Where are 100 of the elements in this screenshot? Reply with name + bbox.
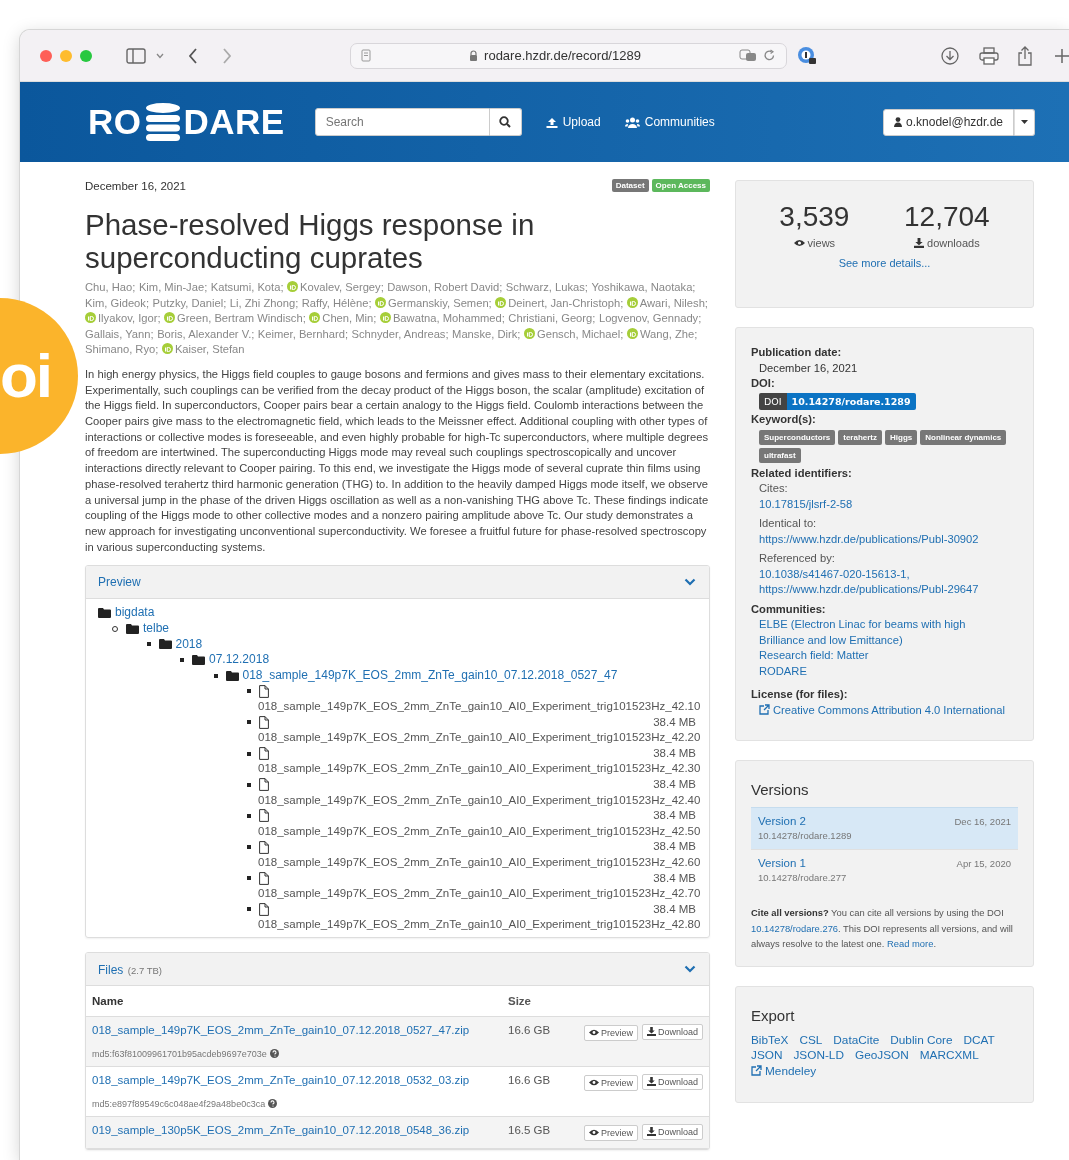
author-name: Schwarz, Lukas; <box>505 281 588 293</box>
downloads-count: 12,704 <box>904 201 990 233</box>
preview-button[interactable]: Preview <box>583 1024 638 1041</box>
field-label: Communities: <box>751 601 827 617</box>
identifier-link[interactable]: 10.17815/jlsrf-2-58 <box>759 497 853 510</box>
orcid-icon[interactable] <box>161 343 173 355</box>
nav-link[interactable]: Communities <box>624 115 715 129</box>
file-link[interactable]: 018_sample_149p7K_EOS_2mm_ZnTe_gain10_07.12.2018_0532_03.zip <box>92 1073 470 1086</box>
orcid-icon[interactable] <box>379 312 391 324</box>
folder-link[interactable]: 2018 <box>175 636 203 653</box>
orcid-icon[interactable] <box>375 296 387 308</box>
sidebar-icon[interactable] <box>126 47 146 64</box>
search-icon <box>499 116 512 128</box>
close-window-icon[interactable] <box>40 49 52 62</box>
folder-link[interactable]: telbe <box>143 621 170 637</box>
folder-link[interactable]: 018_sample_149p7K_EOS_2mm_ZnTe_gain10_07.12.2018_0527_47 <box>242 667 618 684</box>
panel-header[interactable]: Preview <box>86 566 709 600</box>
bullet-icon <box>146 642 151 647</box>
export-link[interactable]: CSL <box>799 1032 823 1049</box>
keyword-tag[interactable]: Higgs <box>885 429 918 445</box>
orcid-icon[interactable] <box>85 312 96 324</box>
file-size: 38.4 MB <box>653 840 696 853</box>
dropdown-button[interactable] <box>1014 108 1035 136</box>
identifier-link[interactable]: 10.1038/s41467-020-15613-1, <box>759 567 910 580</box>
version-link[interactable]: Version 2 <box>758 815 806 827</box>
orcid-icon[interactable] <box>309 312 321 324</box>
download-button[interactable]: Download <box>641 1023 703 1040</box>
orcid-icon[interactable] <box>626 327 638 339</box>
identifier-link[interactable]: https://www.hzdr.de/publications/Publ-30902 <box>759 532 979 545</box>
reload-icon[interactable] <box>763 49 776 62</box>
export-link[interactable]: Mendeley <box>751 1063 817 1080</box>
url-text: rodare.hzdr.de/record/1289 <box>484 48 641 63</box>
keyword-tag[interactable]: Superconductors <box>759 429 836 445</box>
version-link[interactable]: Version 1 <box>758 857 806 869</box>
keyword-tag[interactable]: terahertz <box>838 429 883 445</box>
community-link[interactable]: ELBE (Electron Linac for beams with high Brilliance and low Emittance) <box>759 617 989 648</box>
file-name: 018_sample_149p7K_EOS_2mm_ZnTe_gain10_AI0_Experiment_trig101523Hz_42.40 <box>258 793 701 806</box>
share-icon[interactable] <box>1017 45 1033 66</box>
file-icon <box>259 809 269 823</box>
preview-button[interactable]: Preview <box>583 1124 638 1141</box>
panel-header[interactable]: Files (2.7 TB) <box>86 952 709 986</box>
keyword-tag[interactable]: Nonlinear dynamics <box>920 429 1007 445</box>
search-button[interactable] <box>489 108 522 136</box>
zoom-window-icon[interactable] <box>80 49 92 62</box>
print-icon[interactable] <box>979 46 999 65</box>
orcid-icon[interactable] <box>523 327 535 339</box>
address-bar[interactable]: rodare.hzdr.de/record/1289 <box>350 42 787 69</box>
eye-icon <box>588 1129 599 1137</box>
export-link[interactable]: BibTeX <box>751 1032 789 1049</box>
password-manager-icon[interactable] <box>797 45 817 66</box>
panel-title: Files <box>98 962 124 977</box>
orcid-icon[interactable] <box>626 296 638 308</box>
export-link[interactable]: DCAT <box>963 1032 995 1049</box>
file-icon <box>259 684 269 698</box>
translate-icon[interactable] <box>739 49 757 62</box>
details-link[interactable]: See more details... <box>838 257 931 269</box>
download-button[interactable]: Download <box>641 1123 703 1140</box>
folder-link[interactable]: 07.12.2018 <box>209 652 270 668</box>
license-link[interactable]: Creative Commons Attribution 4.0 International <box>759 703 1005 716</box>
export-link[interactable]: Dublin Core <box>890 1032 953 1049</box>
file-link[interactable]: 018_sample_149p7K_EOS_2mm_ZnTe_gain10_07.12.2018_0527_47.zip <box>92 1023 470 1036</box>
author-name: Gensch, Michael; <box>536 327 624 340</box>
user-menu-button[interactable]: o.knodel@hzdr.de <box>883 108 1014 136</box>
author-name: Li, Zhi Zhong; <box>229 296 299 309</box>
keyword-tag[interactable]: ultrafast <box>759 447 801 463</box>
orcid-icon[interactable] <box>287 281 299 292</box>
site-logo[interactable]: RO DARE <box>88 102 285 142</box>
export-link[interactable]: GeoJSON <box>854 1048 909 1064</box>
forward-icon[interactable] <box>222 47 232 64</box>
version-item[interactable]: Version 1 Apr 15, 2020 10.14278/rodare.277 <box>751 849 1018 891</box>
folder-link[interactable]: bigdata <box>115 605 155 621</box>
author-name: Keimer, Bernhard; <box>257 327 349 340</box>
export-link[interactable]: JSON-LD <box>793 1048 844 1064</box>
upload-icon <box>545 116 558 128</box>
identifier-link[interactable]: https://www.hzdr.de/publications/Publ-29647 <box>759 583 979 595</box>
chevron-icon[interactable] <box>684 578 696 587</box>
help-icon[interactable] <box>268 1099 278 1109</box>
back-icon[interactable] <box>188 47 198 64</box>
preview-button[interactable]: Preview <box>583 1074 638 1091</box>
search-field[interactable]: Search <box>314 108 490 136</box>
orcid-icon[interactable] <box>164 312 176 324</box>
community-link[interactable]: RODARE <box>759 663 989 679</box>
field-label: DOI: <box>751 376 776 391</box>
chevron-down-icon[interactable] <box>156 52 164 59</box>
download-icon[interactable] <box>941 46 959 65</box>
record-title: Phase-resolved Higgs response in superconducting cuprates <box>85 208 536 274</box>
help-icon[interactable] <box>269 1049 279 1059</box>
export-link[interactable]: DataCite <box>833 1032 880 1049</box>
orcid-icon[interactable] <box>495 296 507 308</box>
chevron-icon[interactable] <box>684 964 696 973</box>
file-size: 38.4 MB <box>653 809 696 822</box>
download-button[interactable]: Download <box>641 1073 703 1090</box>
new-tab-icon[interactable] <box>1055 48 1069 63</box>
export-link[interactable]: JSON <box>751 1048 783 1064</box>
export-link[interactable]: MARCXML <box>919 1048 979 1064</box>
field-value: December 16, 2021 <box>758 360 859 376</box>
version-item[interactable]: Version 2 Dec 16, 2021 10.14278/rodare.1289 <box>751 807 1018 849</box>
nav-link[interactable]: Upload <box>545 115 601 129</box>
community-link[interactable]: Research field: Matter <box>759 648 989 664</box>
file-name: 018_sample_149p7K_EOS_2mm_ZnTe_gain10_AI0_Experiment_trig101523Hz_42.60 <box>258 855 701 868</box>
